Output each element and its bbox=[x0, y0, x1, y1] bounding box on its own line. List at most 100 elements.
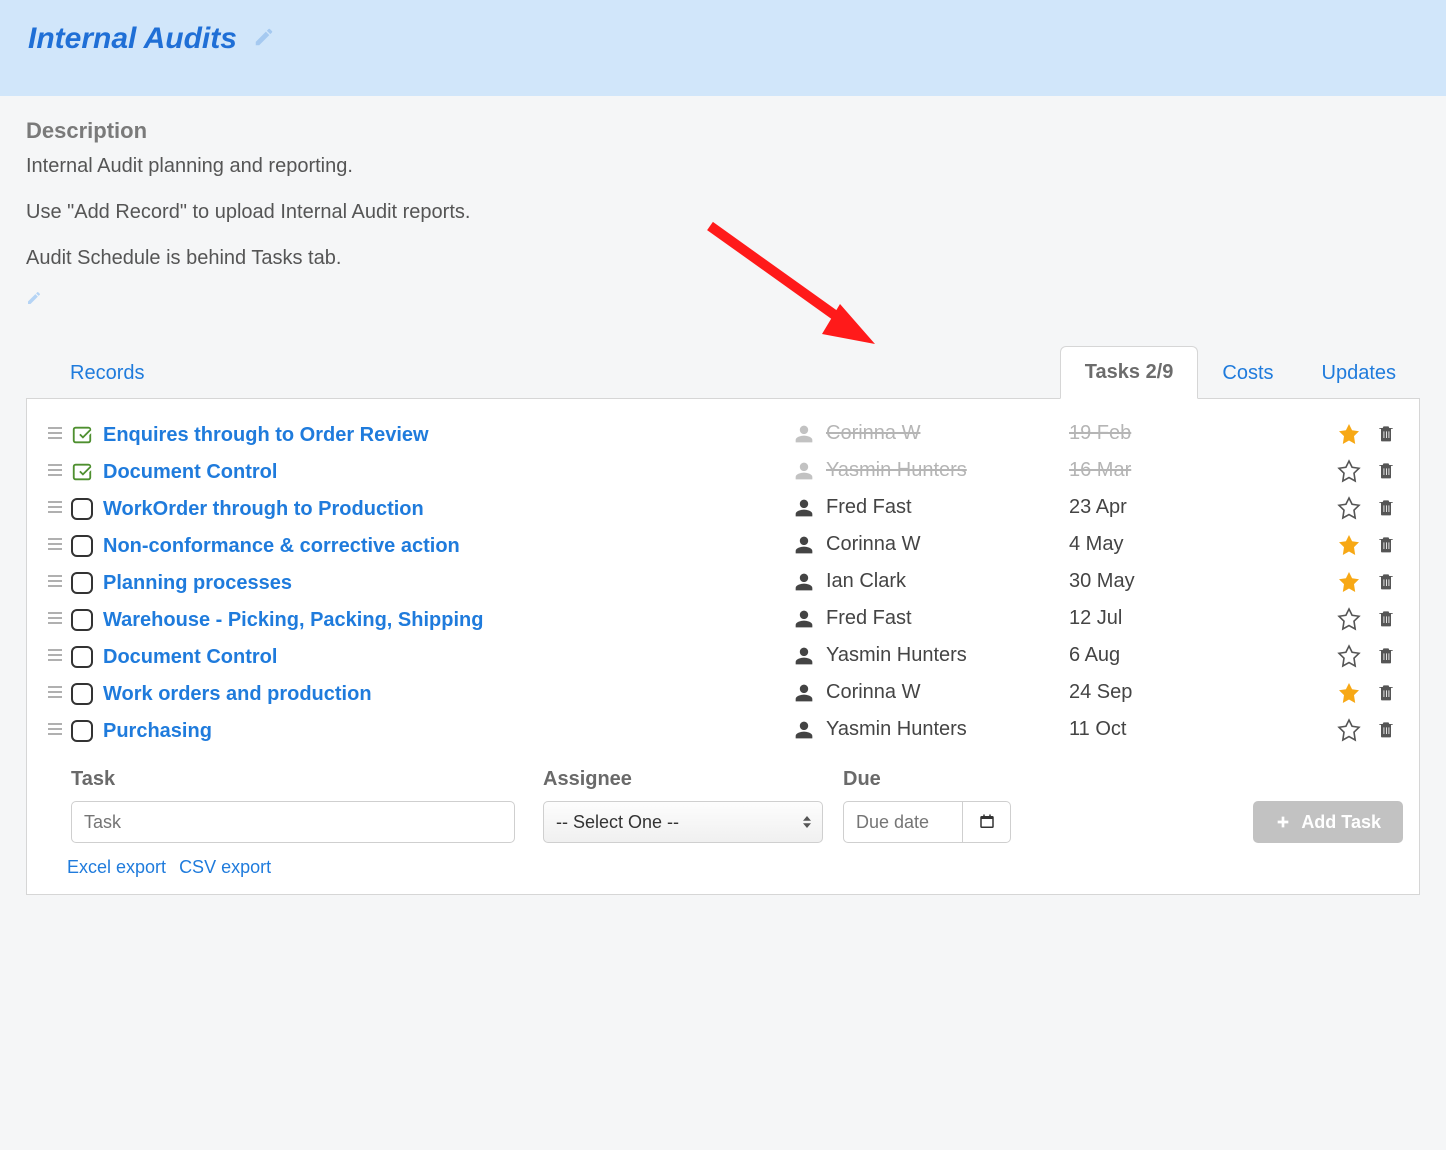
task-due-date: 16 Mar bbox=[1069, 459, 1329, 482]
task-due-date: 6 Aug bbox=[1069, 644, 1329, 667]
task-assignee: Corinna W bbox=[794, 533, 1069, 556]
star-empty-icon[interactable] bbox=[1329, 607, 1369, 631]
trash-icon[interactable] bbox=[1369, 681, 1403, 703]
add-task-button[interactable]: Add Task bbox=[1253, 801, 1403, 843]
tab-updates[interactable]: Updates bbox=[1298, 348, 1421, 399]
plus-icon bbox=[1275, 814, 1291, 830]
task-name-link[interactable]: Document Control bbox=[97, 644, 794, 671]
person-icon bbox=[794, 498, 814, 518]
description-line-1: Internal Audit planning and reporting. bbox=[26, 152, 1420, 180]
page-title: Internal Audits bbox=[28, 22, 275, 56]
task-row: Work orders and productionCorinna W24 Se… bbox=[43, 676, 1403, 713]
task-row: Non-conformance & corrective actionCorin… bbox=[43, 528, 1403, 565]
person-icon bbox=[794, 609, 814, 629]
drag-handle-icon[interactable] bbox=[43, 681, 67, 699]
task-assignee: Yasmin Hunters bbox=[794, 718, 1069, 741]
checkbox-unchecked-icon[interactable] bbox=[67, 644, 97, 668]
calendar-icon[interactable] bbox=[963, 801, 1011, 843]
checkbox-unchecked-icon[interactable] bbox=[67, 607, 97, 631]
annotation-arrow bbox=[690, 216, 890, 356]
checkbox-unchecked-icon[interactable] bbox=[67, 570, 97, 594]
due-field-label: Due bbox=[843, 768, 1043, 791]
assignee-select[interactable]: -- Select One -- bbox=[543, 801, 823, 843]
checkbox-unchecked-icon[interactable] bbox=[67, 533, 97, 557]
drag-handle-icon[interactable] bbox=[43, 459, 67, 477]
tab-records[interactable]: Records bbox=[46, 348, 168, 399]
person-icon bbox=[794, 461, 814, 481]
checkbox-checked-icon[interactable] bbox=[67, 422, 97, 446]
page-header: Internal Audits bbox=[0, 0, 1446, 96]
star-filled-icon[interactable] bbox=[1329, 570, 1369, 594]
edit-description-icon[interactable] bbox=[26, 290, 42, 310]
task-name-link[interactable]: Purchasing bbox=[97, 718, 794, 745]
star-empty-icon[interactable] bbox=[1329, 496, 1369, 520]
trash-icon[interactable] bbox=[1369, 459, 1403, 481]
task-due-date: 19 Feb bbox=[1069, 422, 1329, 445]
trash-icon[interactable] bbox=[1369, 718, 1403, 740]
task-assignee: Corinna W bbox=[794, 422, 1069, 445]
task-name-link[interactable]: WorkOrder through to Production bbox=[97, 496, 794, 523]
task-row: Planning processesIan Clark30 May bbox=[43, 565, 1403, 602]
excel-export-link[interactable]: Excel export bbox=[67, 857, 166, 877]
drag-handle-icon[interactable] bbox=[43, 644, 67, 662]
task-assignee: Fred Fast bbox=[794, 496, 1069, 519]
export-links: Excel export CSV export bbox=[43, 857, 1403, 878]
trash-icon[interactable] bbox=[1369, 422, 1403, 444]
tab-costs[interactable]: Costs bbox=[1198, 348, 1297, 399]
description-label: Description bbox=[26, 118, 1420, 144]
task-name-link[interactable]: Warehouse - Picking, Packing, Shipping bbox=[97, 607, 794, 634]
drag-handle-icon[interactable] bbox=[43, 607, 67, 625]
person-icon bbox=[794, 572, 814, 592]
star-filled-icon[interactable] bbox=[1329, 533, 1369, 557]
star-filled-icon[interactable] bbox=[1329, 681, 1369, 705]
checkbox-unchecked-icon[interactable] bbox=[67, 681, 97, 705]
csv-export-link[interactable]: CSV export bbox=[179, 857, 271, 877]
trash-icon[interactable] bbox=[1369, 644, 1403, 666]
star-empty-icon[interactable] bbox=[1329, 644, 1369, 668]
checkbox-checked-icon[interactable] bbox=[67, 459, 97, 483]
task-input[interactable] bbox=[71, 801, 515, 843]
trash-icon[interactable] bbox=[1369, 496, 1403, 518]
add-task-form: Task Assignee -- Select One -- Due bbox=[43, 768, 1403, 843]
task-row: Document ControlYasmin Hunters16 Mar bbox=[43, 454, 1403, 491]
task-name-link[interactable]: Work orders and production bbox=[97, 681, 794, 708]
trash-icon[interactable] bbox=[1369, 607, 1403, 629]
task-assignee: Yasmin Hunters bbox=[794, 459, 1069, 482]
task-due-date: 24 Sep bbox=[1069, 681, 1329, 704]
trash-icon[interactable] bbox=[1369, 533, 1403, 555]
person-icon bbox=[794, 535, 814, 555]
star-filled-icon[interactable] bbox=[1329, 422, 1369, 446]
person-icon bbox=[794, 424, 814, 444]
task-row: Document ControlYasmin Hunters6 Aug bbox=[43, 639, 1403, 676]
task-name-link[interactable]: Enquires through to Order Review bbox=[97, 422, 794, 449]
task-assignee: Fred Fast bbox=[794, 607, 1069, 630]
due-date-input[interactable] bbox=[843, 801, 963, 843]
drag-handle-icon[interactable] bbox=[43, 496, 67, 514]
drag-handle-icon[interactable] bbox=[43, 533, 67, 551]
task-assignee: Corinna W bbox=[794, 681, 1069, 704]
drag-handle-icon[interactable] bbox=[43, 570, 67, 588]
task-due-date: 4 May bbox=[1069, 533, 1329, 556]
drag-handle-icon[interactable] bbox=[43, 718, 67, 736]
task-due-date: 12 Jul bbox=[1069, 607, 1329, 630]
task-due-date: 11 Oct bbox=[1069, 718, 1329, 741]
checkbox-unchecked-icon[interactable] bbox=[67, 496, 97, 520]
task-name-link[interactable]: Planning processes bbox=[97, 570, 794, 597]
tasks-panel: Enquires through to Order ReviewCorinna … bbox=[26, 399, 1420, 895]
assignee-field-label: Assignee bbox=[543, 768, 823, 791]
task-assignee: Ian Clark bbox=[794, 570, 1069, 593]
task-name-link[interactable]: Document Control bbox=[97, 459, 794, 486]
drag-handle-icon[interactable] bbox=[43, 422, 67, 440]
tab-tasks[interactable]: Tasks 2/9 bbox=[1060, 346, 1199, 399]
star-empty-icon[interactable] bbox=[1329, 459, 1369, 483]
task-row: Enquires through to Order ReviewCorinna … bbox=[43, 417, 1403, 454]
trash-icon[interactable] bbox=[1369, 570, 1403, 592]
task-field-label: Task bbox=[71, 768, 515, 791]
checkbox-unchecked-icon[interactable] bbox=[67, 718, 97, 742]
task-name-link[interactable]: Non-conformance & corrective action bbox=[97, 533, 794, 560]
page-title-text: Internal Audits bbox=[28, 22, 237, 56]
task-assignee: Yasmin Hunters bbox=[794, 644, 1069, 667]
star-empty-icon[interactable] bbox=[1329, 718, 1369, 742]
pencil-icon[interactable] bbox=[253, 22, 275, 56]
task-row: PurchasingYasmin Hunters11 Oct bbox=[43, 713, 1403, 750]
